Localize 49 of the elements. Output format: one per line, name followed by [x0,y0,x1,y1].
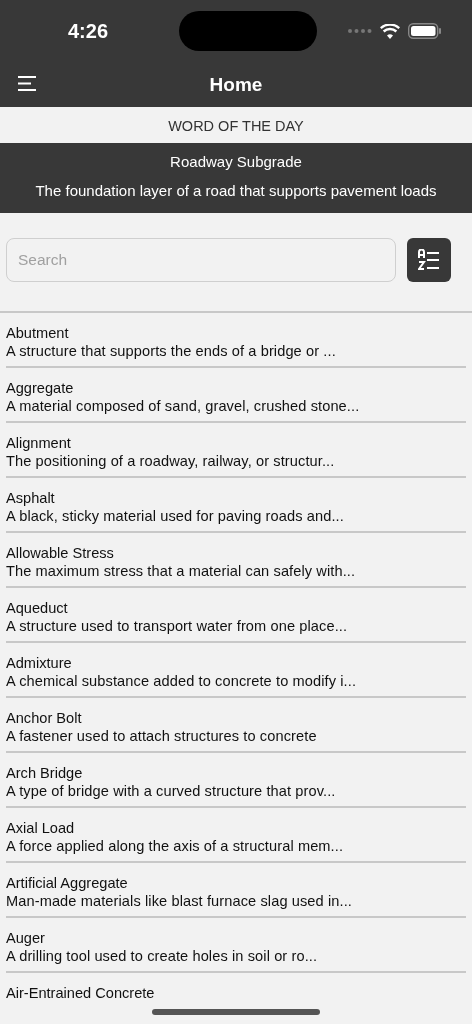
term-name: Aqueduct [6,599,69,617]
search-field[interactable]: Search [6,238,396,282]
term-name: Asphalt [6,489,56,507]
term-name: Abutment [6,324,70,342]
term-name: Allowable Stress [6,544,115,562]
term-definition: A drilling tool used to create holes in soil or ro... [6,947,319,966]
term-definition: A fastener used to attach structures to concrete [6,727,318,746]
term-name: Auger [6,929,46,947]
clock-time: 4:26 [68,19,109,43]
term-definition: A material composed of sand, gravel, crushed stone... [6,397,361,416]
term-list-item[interactable]: Axial Load A force applied along the axis of a structural mem... [6,808,466,863]
term-list-item[interactable]: Alignment The positioning of a roadway, railway, or structur... [6,423,466,478]
term-name: Artificial Aggregate [6,874,129,892]
term-name: Axial Load [6,819,76,837]
term-name: Aggregate [6,379,75,397]
sort-button[interactable] [407,238,451,282]
term-definition: The maximum stress that a material can safely with... [6,562,357,581]
term-list-item[interactable]: Anchor Bolt A fastener used to attach structures to concrete [6,698,466,753]
term-list-item[interactable]: Asphalt A black, sticky material used for paving roads and... [6,478,466,533]
term-name: Alignment [6,434,72,452]
term-name: Admixture [6,654,73,672]
menu-icon [18,76,38,91]
word-of-day-banner[interactable]: Roadway Subgrade The foundation layer of a road that supports pavement loads [0,143,472,213]
term-list-item[interactable]: Arch Bridge A type of bridge with a curved structure that prov... [6,753,466,808]
featured-definition: The foundation layer of a road that supports pavement loads [34,182,438,199]
term-definition: A force applied along the axis of a structural mem... [6,837,345,856]
term-list-item[interactable]: Allowable Stress The maximum stress that a material can safely with... [6,533,466,588]
term-name: Anchor Bolt [6,709,83,727]
signal-icon [348,29,372,33]
term-list-item[interactable]: Aggregate A material composed of sand, gravel, crushed stone... [6,368,466,423]
sort-alphabetical-icon [418,249,440,271]
term-definition: A structure used to transport water from one place... [6,617,349,636]
battery-icon [408,23,442,39]
screen-title: Home [209,73,263,96]
term-definition: Man-made materials like blast furnace slag used in... [6,892,353,911]
featured-term: Roadway Subgrade [169,153,303,170]
term-definition: A structure that supports the ends of a bridge or ... [6,342,337,361]
term-name: Air-Entrained Concrete [6,984,156,1002]
term-list-item[interactable]: Abutment A structure that supports the ends of a bridge or ... [6,313,466,368]
term-name: Arch Bridge [6,764,84,782]
term-definition: A chemical substance added to concrete to modify i... [6,672,358,691]
term-list-item[interactable]: Artificial Aggregate Man-made materials like blast furnace slag used in... [6,863,466,918]
term-list-item[interactable]: Admixture A chemical substance added to concrete to modify i... [6,643,466,698]
term-list-item[interactable]: Aqueduct A structure used to transport water from one place... [6,588,466,643]
term-definition: A type of bridge with a curved structure that prov... [6,782,337,801]
term-list-item[interactable]: Auger A drilling tool used to create holes in soil or ro... [6,918,466,973]
wifi-icon [380,23,400,39]
term-definition: A black, sticky material used for paving roads and... [6,507,345,526]
term-definition: The positioning of a roadway, railway, or structur... [6,452,336,471]
